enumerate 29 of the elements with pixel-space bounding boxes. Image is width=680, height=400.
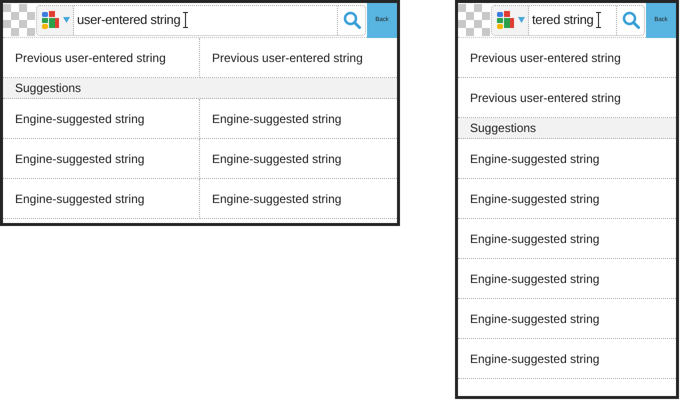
checkerboard-pattern xyxy=(458,4,490,36)
search-engine-button[interactable] xyxy=(492,6,529,34)
dropdown-arrow-icon xyxy=(518,17,525,23)
suggestion-item[interactable]: Engine-suggested string xyxy=(3,179,200,219)
suggestion-item[interactable]: Engine-suggested string xyxy=(458,219,676,259)
suggestion-item[interactable]: Engine-suggested string xyxy=(458,179,676,219)
colored-blocks-icon xyxy=(495,10,517,30)
colored-blocks-icon xyxy=(40,10,62,30)
suggestion-item[interactable]: Engine-suggested string xyxy=(200,99,397,139)
suggestion-item[interactable]: Engine-suggested string xyxy=(458,299,676,339)
suggestion-item[interactable]: Engine-suggested string xyxy=(458,259,676,299)
suggestion-item[interactable]: Engine-suggested string xyxy=(3,99,200,139)
history-item[interactable]: Previous user-entered string xyxy=(458,38,676,78)
suggestion-item[interactable]: Engine-suggested string xyxy=(458,139,676,179)
suggestion-item[interactable]: Engine-suggested string xyxy=(200,139,397,179)
suggestion-item[interactable]: Engine-suggested string xyxy=(3,139,200,179)
search-icon xyxy=(622,11,640,29)
text-cursor-icon xyxy=(183,12,188,28)
search-field[interactable]: user-entered string xyxy=(77,10,180,30)
search-engine-button[interactable] xyxy=(37,6,74,34)
section-header: Suggestions xyxy=(458,118,676,139)
search-field[interactable]: tered string xyxy=(532,10,594,30)
section-header: Suggestions xyxy=(3,78,397,99)
dropdown-arrow-icon xyxy=(63,17,70,23)
search-icon xyxy=(342,11,360,29)
text-cursor-icon xyxy=(596,12,602,28)
suggestion-item[interactable]: Engine-suggested string xyxy=(458,339,676,379)
suggestion-item[interactable]: Engine-suggested string xyxy=(200,179,397,219)
checkerboard-pattern xyxy=(3,4,35,36)
